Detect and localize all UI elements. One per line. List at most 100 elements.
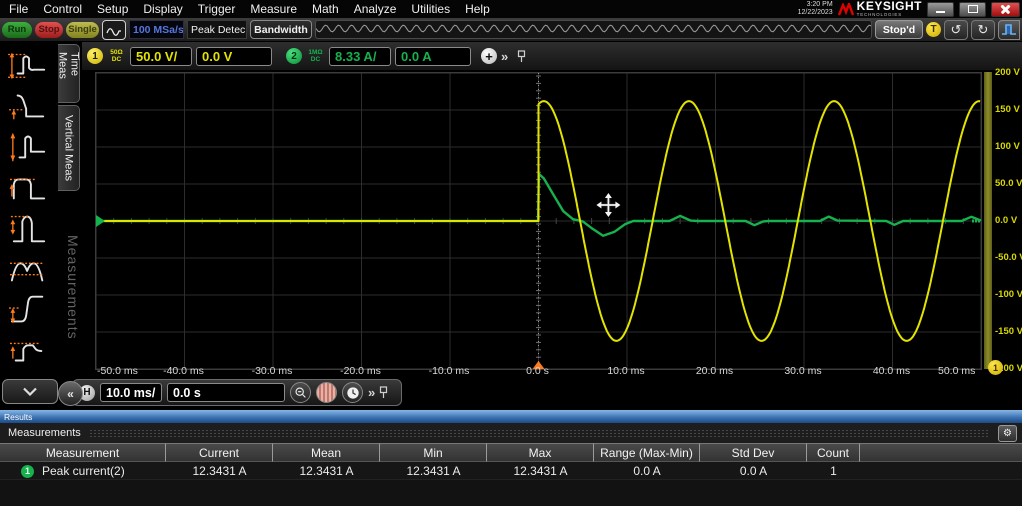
- channel-bar: 1 50ΩDC 50.0 V/ 0.0 V 2 1MΩDC 8.33 A/ 0.…: [82, 42, 1022, 70]
- channel2-ground-marker: [96, 215, 105, 227]
- channel1-offset-field[interactable]: 0.0 V: [196, 47, 272, 66]
- x-tick: -40.0 ms: [163, 365, 204, 377]
- measurements-settings-button[interactable]: ⚙: [998, 425, 1017, 442]
- maximize-button[interactable]: [959, 2, 986, 17]
- expand-hbar-button[interactable]: »: [368, 385, 373, 400]
- keysight-logo: KEYSIGHT TECHNOLOGIES: [838, 1, 922, 17]
- scope-panel-button[interactable]: [998, 20, 1020, 40]
- measurement-icon-list: [0, 43, 57, 375]
- column-header[interactable]: Measurement: [0, 443, 166, 462]
- channel2-scale-field[interactable]: 8.33 A/: [329, 47, 391, 66]
- x-tick: -10.0 ms: [429, 365, 470, 377]
- undo-button[interactable]: ↺: [944, 20, 968, 40]
- channel1-coupling: 50ΩDC: [107, 49, 126, 63]
- pulse-width-measurement-icon[interactable]: [0, 207, 57, 248]
- measurement-value-cell: 12.3431 A: [273, 462, 380, 480]
- trigger-badge[interactable]: T: [926, 22, 941, 37]
- measurement-value-cell: 12.3431 A: [380, 462, 487, 480]
- timebase-scale-field[interactable]: 10.0 ms/: [100, 383, 162, 402]
- menu-item[interactable]: Setup: [97, 2, 128, 16]
- menu-item[interactable]: Utilities: [411, 2, 450, 16]
- x-tick: -20.0 ms: [340, 365, 381, 377]
- results-panel-titlebar[interactable]: Results: [0, 410, 1022, 423]
- column-header[interactable]: Range (Max-Min): [594, 443, 700, 462]
- run-button[interactable]: Run: [2, 22, 32, 38]
- channel1-scale-field[interactable]: 50.0 V/: [130, 47, 192, 66]
- trigger-source-badge[interactable]: 1: [988, 360, 1003, 375]
- channel2-offset-field[interactable]: 0.0 A: [395, 47, 471, 66]
- x-tick: 20.0 ms: [696, 365, 733, 377]
- clock-time: 3:20 PM: [798, 1, 833, 9]
- overshoot-measurement-icon[interactable]: [0, 248, 57, 289]
- measurement-value-cell: 12.3431 A: [487, 462, 594, 480]
- channel2-coupling: 1MΩDC: [306, 49, 325, 63]
- keysight-spark-icon: [838, 3, 854, 16]
- pin-icon[interactable]: [378, 386, 389, 399]
- acquisition-preview-strip[interactable]: [315, 20, 872, 39]
- trigger-status-button[interactable]: Stop'd: [875, 20, 923, 39]
- column-header[interactable]: Min: [380, 443, 487, 462]
- column-header-spacer: [860, 443, 1022, 462]
- scroll-icons-down-button[interactable]: [2, 379, 58, 404]
- top-measurement-icon[interactable]: [0, 166, 57, 207]
- channel1-badge[interactable]: 1: [87, 48, 103, 64]
- tab-vertical-meas[interactable]: Vertical Meas: [58, 105, 80, 191]
- menu-item[interactable]: File: [9, 2, 28, 16]
- settling-time-measurement-icon[interactable]: [0, 289, 57, 330]
- xy-display-button[interactable]: [316, 382, 337, 403]
- menu-item[interactable]: Math: [312, 2, 339, 16]
- measurement-value-cell: 0.0 A: [700, 462, 807, 480]
- scope-graticule[interactable]: [95, 72, 982, 370]
- measurement-name: Peak current(2): [42, 464, 125, 478]
- roll-mode-button[interactable]: [342, 382, 363, 403]
- minimize-button[interactable]: [927, 2, 954, 17]
- add-icon: +: [485, 49, 493, 64]
- acquire-mode-display[interactable]: Peak Detec: [187, 20, 247, 39]
- column-header[interactable]: Current: [166, 443, 273, 462]
- y-tick: 150 V: [995, 104, 1020, 115]
- waveform-icon: [106, 24, 122, 36]
- column-header[interactable]: Mean: [273, 443, 380, 462]
- menu-item[interactable]: Analyze: [354, 2, 397, 16]
- measurements-panel-header[interactable]: Measurements ⚙: [0, 423, 1022, 443]
- x-tick: 50.0 ms: [938, 365, 975, 377]
- measurement-name-cell[interactable]: 1 Peak current(2): [0, 462, 166, 480]
- tab-time-meas[interactable]: Time Meas: [58, 44, 80, 103]
- bandwidth-button[interactable]: Bandwidth: [250, 20, 312, 39]
- y-tick: -50.0 V: [995, 252, 1022, 263]
- expand-channels-button[interactable]: »: [501, 49, 506, 64]
- menu-item[interactable]: Trigger: [198, 2, 236, 16]
- channel1-scale-strip[interactable]: [984, 72, 992, 369]
- y-tick: -150 V: [995, 326, 1022, 337]
- column-header[interactable]: Count: [807, 443, 860, 462]
- peak-peak-measurement-icon[interactable]: [0, 125, 57, 166]
- toolbar: Run Stop Single 100 MSa/s Peak Detec Ban…: [0, 18, 1022, 41]
- single-button[interactable]: Single: [66, 22, 99, 38]
- menu-item[interactable]: Measure: [250, 2, 297, 16]
- x-tick: -50.0 ms: [97, 365, 138, 377]
- acquisition-mode-button[interactable]: [102, 20, 126, 40]
- channel2-badge[interactable]: 2: [286, 48, 302, 64]
- menu-item[interactable]: Control: [43, 2, 82, 16]
- x-tick: 10.0 ms: [607, 365, 644, 377]
- base-measurement-icon[interactable]: [0, 84, 57, 125]
- menu-item[interactable]: Help: [465, 2, 490, 16]
- zoom-button[interactable]: [290, 382, 311, 403]
- add-channel-button[interactable]: +: [481, 48, 497, 64]
- maximum-measurement-icon[interactable]: [0, 330, 57, 371]
- amplitude-measurement-icon[interactable]: [0, 43, 57, 84]
- pin-icon[interactable]: [516, 50, 527, 63]
- menu-item[interactable]: Display: [143, 2, 182, 16]
- y-tick: 100 V: [995, 141, 1020, 152]
- close-button[interactable]: [991, 2, 1020, 17]
- column-header[interactable]: Std Dev: [700, 443, 807, 462]
- undo-icon: ↺: [951, 23, 962, 36]
- stop-button[interactable]: Stop: [35, 22, 63, 38]
- table-row[interactable]: 1 Peak current(2) 12.3431 A12.3431 A12.3…: [0, 462, 1022, 480]
- collapse-hbar-button[interactable]: «: [58, 381, 83, 406]
- chevron-down-icon: [22, 387, 38, 396]
- column-header[interactable]: Max: [487, 443, 594, 462]
- y-tick: -100 V: [995, 289, 1022, 300]
- redo-button[interactable]: ↻: [971, 20, 995, 40]
- timebase-position-field[interactable]: 0.0 s: [167, 383, 285, 402]
